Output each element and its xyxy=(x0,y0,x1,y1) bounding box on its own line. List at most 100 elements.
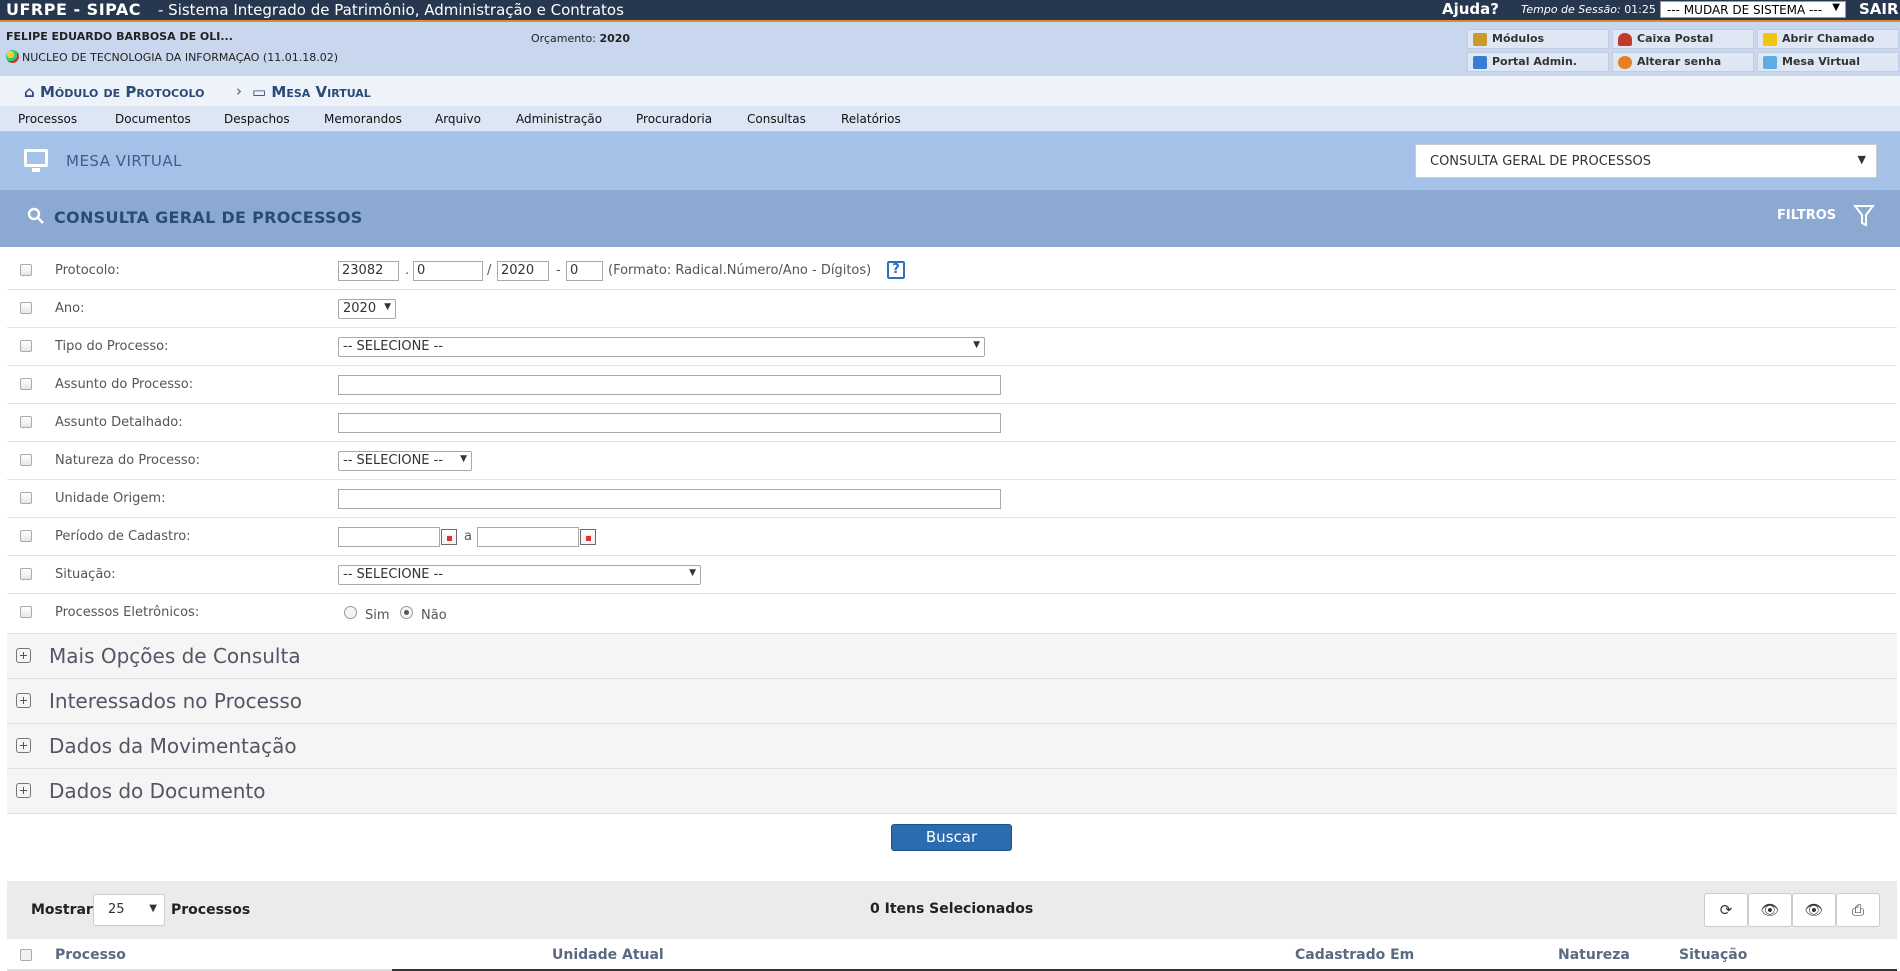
situacao-select[interactable]: -- SELECIONE -- ▼ xyxy=(338,565,701,585)
periodo-from-input[interactable] xyxy=(338,527,440,547)
col-situacao[interactable]: Situação xyxy=(1679,947,1747,963)
tipo-processo-select[interactable]: -- SELECIONE -- ▼ xyxy=(338,337,985,357)
change-password-link[interactable]: Alterar senha xyxy=(1612,52,1754,72)
eletronicos-label: Processos Eletrônicos: xyxy=(55,605,200,620)
ano-checkbox[interactable] xyxy=(20,302,32,314)
protocolo-numero-input[interactable]: 0 xyxy=(413,261,483,281)
breadcrumb-separator: › xyxy=(236,82,242,100)
col-natureza[interactable]: Natureza xyxy=(1558,947,1630,963)
menu-procuradoria[interactable]: Procuradoria xyxy=(636,112,712,126)
assunto-detalhado-checkbox[interactable] xyxy=(20,416,32,428)
row-unidade-origem: Unidade Origem: xyxy=(7,480,1897,518)
eletronicos-sim-label: Sim xyxy=(365,608,390,623)
unidade-origem-input[interactable] xyxy=(338,489,1001,509)
expand-icon[interactable] xyxy=(16,783,31,798)
breadcrumb-module[interactable]: ⌂ Módulo de Protocolo xyxy=(24,83,204,101)
menu-administracao[interactable]: Administração xyxy=(516,112,602,126)
admin-portal-label: Portal Admin. xyxy=(1492,55,1577,68)
page-size-value: 25 xyxy=(108,902,125,917)
assunto-detalhado-input[interactable] xyxy=(338,413,1001,433)
tipo-checkbox[interactable] xyxy=(20,340,32,352)
chevron-down-icon: ▼ xyxy=(460,454,467,464)
periodo-to-input[interactable] xyxy=(477,527,579,547)
periodo-separator: a xyxy=(464,529,472,544)
row-ano: Ano: 2020 ▼ xyxy=(7,290,1897,328)
modules-link[interactable]: Módulos xyxy=(1467,29,1609,49)
expand-icon[interactable] xyxy=(16,738,31,753)
protocolo-format-hint: (Formato: Radical.Número/Ano - Dígitos) xyxy=(608,263,872,278)
menu-relatorios[interactable]: Relatórios xyxy=(841,112,901,126)
admin-portal-link[interactable]: Portal Admin. xyxy=(1467,52,1609,72)
mailbox-link[interactable]: Caixa Postal xyxy=(1612,29,1754,49)
chevron-down-icon: ▼ xyxy=(384,302,391,312)
print-button[interactable]: ⎙ xyxy=(1836,893,1880,927)
col-unidade-atual[interactable]: Unidade Atual xyxy=(552,947,664,963)
protocolo-checkbox[interactable] xyxy=(20,264,32,276)
filters-label[interactable]: FILTROS xyxy=(1777,208,1836,223)
menu-memorandos[interactable]: Memorandos xyxy=(324,112,402,126)
breadcrumb-current: ▭ Mesa Virtual xyxy=(252,83,371,101)
natureza-checkbox[interactable] xyxy=(20,454,32,466)
col-processo[interactable]: Processo xyxy=(55,947,126,963)
top-bar: UFRPE - SIPAC - Sistema Integrado de Pat… xyxy=(0,0,1900,20)
eletronicos-checkbox[interactable] xyxy=(20,606,32,618)
row-assunto: Assunto do Processo: xyxy=(7,366,1897,404)
refresh-button[interactable]: ⟳ xyxy=(1704,893,1748,927)
section-documento[interactable]: Dados do Documento xyxy=(7,769,1897,814)
assunto-input[interactable] xyxy=(338,375,1001,395)
mailbox-icon xyxy=(1618,33,1632,46)
eye-arrow-icon: 👁 xyxy=(1760,901,1780,919)
help-icon[interactable]: ? xyxy=(887,261,905,279)
col-cadastrado-em[interactable]: Cadastrado Em xyxy=(1295,947,1414,963)
menu-arquivo[interactable]: Arquivo xyxy=(435,112,481,126)
menu-despachos[interactable]: Despachos xyxy=(224,112,290,126)
calendar-icon[interactable] xyxy=(580,529,596,545)
select-all-checkbox[interactable] xyxy=(20,949,32,961)
protocolo-radical-input[interactable]: 23082 xyxy=(338,261,399,281)
calendar-icon[interactable] xyxy=(441,529,457,545)
menu-documentos[interactable]: Documentos xyxy=(115,112,191,126)
consulta-header: CONSULTA GERAL DE PROCESSOS FILTROS xyxy=(0,190,1900,247)
assunto-checkbox[interactable] xyxy=(20,378,32,390)
eletronicos-sim-radio[interactable] xyxy=(344,606,357,619)
search-button[interactable]: Buscar xyxy=(891,824,1012,851)
network-icon xyxy=(1473,56,1487,69)
menu-processos[interactable]: Processos xyxy=(18,112,77,126)
ano-select[interactable]: 2020 ▼ xyxy=(338,299,396,319)
user-info-strip: FELIPE EDUARDO BARBOSA DE OLI... NUCLEO … xyxy=(0,20,1900,76)
view-forward-button[interactable]: 👁 xyxy=(1748,893,1792,927)
expand-icon[interactable] xyxy=(16,648,31,663)
section-interessados[interactable]: Interessados no Processo xyxy=(7,679,1897,724)
filter-icon[interactable] xyxy=(1853,204,1875,228)
periodo-checkbox[interactable] xyxy=(20,530,32,542)
page-size-select[interactable]: 25 ▼ xyxy=(93,894,165,926)
open-ticket-link[interactable]: Abrir Chamado xyxy=(1757,29,1899,49)
menu-consultas[interactable]: Consultas xyxy=(747,112,806,126)
expand-icon[interactable] xyxy=(16,693,31,708)
view-select[interactable]: CONSULTA GERAL DE PROCESSOS ▼ xyxy=(1415,144,1877,178)
virtual-desk-link[interactable]: Mesa Virtual xyxy=(1757,52,1899,72)
ano-label: Ano: xyxy=(55,301,85,316)
natureza-select[interactable]: -- SELECIONE -- ▼ xyxy=(338,451,472,471)
show-label: Mostrar xyxy=(31,902,93,918)
situacao-checkbox[interactable] xyxy=(20,568,32,580)
help-link[interactable]: Ajuda? xyxy=(1442,0,1499,18)
section-movimentacao[interactable]: Dados da Movimentação xyxy=(7,724,1897,769)
view-check-button[interactable]: 👁 xyxy=(1792,893,1836,927)
unidade-origem-checkbox[interactable] xyxy=(20,492,32,504)
eletronicos-nao-radio[interactable] xyxy=(400,606,413,619)
protocolo-ano-input[interactable]: 2020 xyxy=(497,261,549,281)
section-mais-opcoes[interactable]: Mais Opções de Consulta xyxy=(7,634,1897,679)
home-icon: ⌂ xyxy=(24,83,35,101)
chevron-down-icon: ▼ xyxy=(973,340,980,350)
protocolo-digitos-input[interactable]: 0 xyxy=(566,261,603,281)
periodo-label: Período de Cadastro: xyxy=(55,529,191,544)
virtual-desk-header: MESA VIRTUAL CONSULTA GERAL DE PROCESSOS… xyxy=(0,132,1900,190)
results-table-header: Processo Unidade Atual Cadastrado Em Nat… xyxy=(7,939,1897,971)
protocolo-slash: / xyxy=(487,263,492,278)
change-system-select[interactable]: --- MUDAR DE SISTEMA --- ▼ xyxy=(1660,1,1846,18)
user-unit-label: NUCLEO DE TECNOLOGIA DA INFORMAÇAO (11.0… xyxy=(22,51,338,64)
system-name: - Sistema Integrado de Patrimônio, Admin… xyxy=(158,1,624,19)
situacao-label: Situação: xyxy=(55,567,116,582)
logout-link[interactable]: SAIR xyxy=(1859,0,1899,18)
